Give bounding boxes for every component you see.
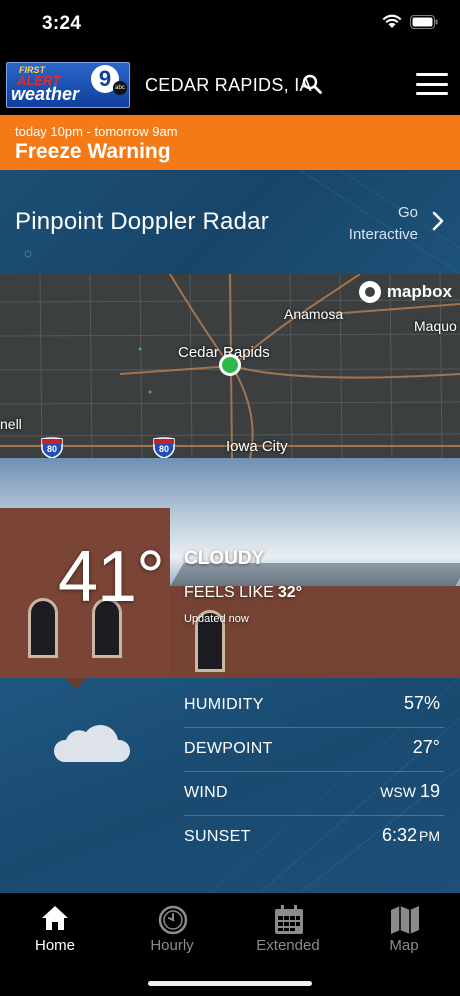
chevron-right-icon[interactable]	[432, 211, 444, 231]
updated-time: Updated now	[184, 613, 249, 625]
station-logo[interactable]: FIRST ALERT weather 9 abc	[6, 62, 130, 108]
current-conditions: 41° CLOUDY FEELS LIKE 32° Updated now	[0, 458, 460, 678]
detail-label: SUNSET	[184, 828, 251, 845]
mapbox-label: mapbox	[386, 282, 452, 301]
detail-number: 27°	[412, 737, 440, 757]
status-icons	[382, 14, 438, 29]
detail-row-humidity: HUMIDITY 57%	[184, 684, 444, 728]
wind-direction: WSW	[380, 784, 416, 800]
status-time: 3:24	[42, 13, 82, 34]
tab-map[interactable]: Map	[354, 899, 454, 955]
city-label-partial: nell	[0, 416, 22, 432]
current-temperature: 41°	[58, 537, 165, 617]
time-period: PM	[419, 828, 440, 844]
go-interactive-line1: Go	[397, 204, 418, 221]
go-interactive-link[interactable]: Go Interactive	[298, 202, 418, 246]
tab-label: Hourly	[150, 937, 194, 954]
current-location-marker	[219, 354, 241, 376]
detail-value: WSW 19	[380, 781, 440, 802]
radar-header[interactable]: Pinpoint Doppler Radar Go Interactive	[0, 170, 460, 274]
map-icon	[391, 906, 419, 934]
battery-icon	[410, 14, 438, 29]
detail-value: 6:32 PM	[382, 825, 440, 846]
app-header: FIRST ALERT weather 9 abc CEDAR RAPIDS, …	[0, 52, 460, 115]
city-label-anamosa: Anamosa	[284, 306, 344, 322]
search-icon[interactable]	[302, 74, 322, 94]
detail-row-sunset: SUNSET 6:32 PM	[184, 816, 444, 860]
status-bar: 3:24	[0, 0, 460, 52]
interstate-number: 80	[46, 444, 57, 454]
detail-number: 19	[419, 781, 440, 801]
tab-bar: Home Hourly Extended Map	[0, 893, 460, 996]
radar-title: Pinpoint Doppler Radar	[15, 208, 269, 235]
detail-label: HUMIDITY	[184, 696, 264, 713]
interstate-number: 80	[158, 444, 169, 454]
clock-icon	[158, 905, 188, 935]
feels-like-label: FEELS LIKE	[184, 584, 274, 601]
tab-label: Home	[34, 937, 75, 954]
home-icon	[42, 906, 68, 930]
tab-label: Extended	[256, 937, 320, 954]
feels-like: FEELS LIKE 32°	[184, 584, 302, 602]
interstate-shield-icon: 80	[152, 437, 176, 458]
city-label-maquoketa: Maquo	[414, 318, 457, 334]
tab-extended[interactable]: Extended	[238, 899, 338, 955]
city-label-iowa-city: Iowa City	[226, 438, 288, 455]
alert-banner[interactable]: today 10pm - tomorrow 9am Freeze Warning	[0, 115, 460, 170]
wifi-icon	[382, 14, 402, 28]
alert-title: Freeze Warning	[15, 140, 171, 163]
details-notch	[64, 678, 88, 689]
detail-value: 57%	[404, 693, 440, 714]
background-photo-window	[28, 598, 58, 658]
tab-home[interactable]: Home	[5, 899, 105, 955]
home-indicator	[148, 981, 312, 986]
weather-details: HUMIDITY 57% DEWPOINT 27° WIND WSW 19 SUN…	[0, 678, 460, 893]
mapbox-icon	[358, 281, 381, 303]
logo-weather-text: weather	[11, 84, 80, 104]
tab-hourly[interactable]: Hourly	[122, 899, 222, 955]
hamburger-menu-icon[interactable]	[416, 73, 448, 95]
alert-time: today 10pm - tomorrow 9am	[15, 124, 178, 139]
logo-network: abc	[113, 81, 127, 95]
detail-row-wind: WIND WSW 19	[184, 772, 444, 816]
go-interactive-line2: Interactive	[348, 226, 418, 243]
feels-like-value: 32°	[277, 584, 303, 601]
detail-label: WIND	[184, 784, 228, 801]
detail-number: 57%	[403, 693, 440, 713]
condition-label: CLOUDY	[184, 548, 265, 569]
detail-value: 27°	[413, 737, 440, 758]
tab-label: Map	[389, 937, 419, 954]
location-name[interactable]: CEDAR RAPIDS, IA	[145, 75, 312, 96]
detail-number: 6:32	[381, 825, 417, 845]
mapbox-attribution[interactable]: mapbox	[358, 280, 452, 304]
radar-map[interactable]: mapbox Cedar Rapids Anamosa Maquo Iowa C…	[0, 274, 460, 458]
cloud-icon	[53, 724, 131, 762]
calendar-icon	[275, 905, 303, 934]
interstate-shield-icon: 80	[40, 437, 64, 458]
detail-label: DEWPOINT	[184, 740, 273, 757]
detail-row-dewpoint: DEWPOINT 27°	[184, 728, 444, 772]
